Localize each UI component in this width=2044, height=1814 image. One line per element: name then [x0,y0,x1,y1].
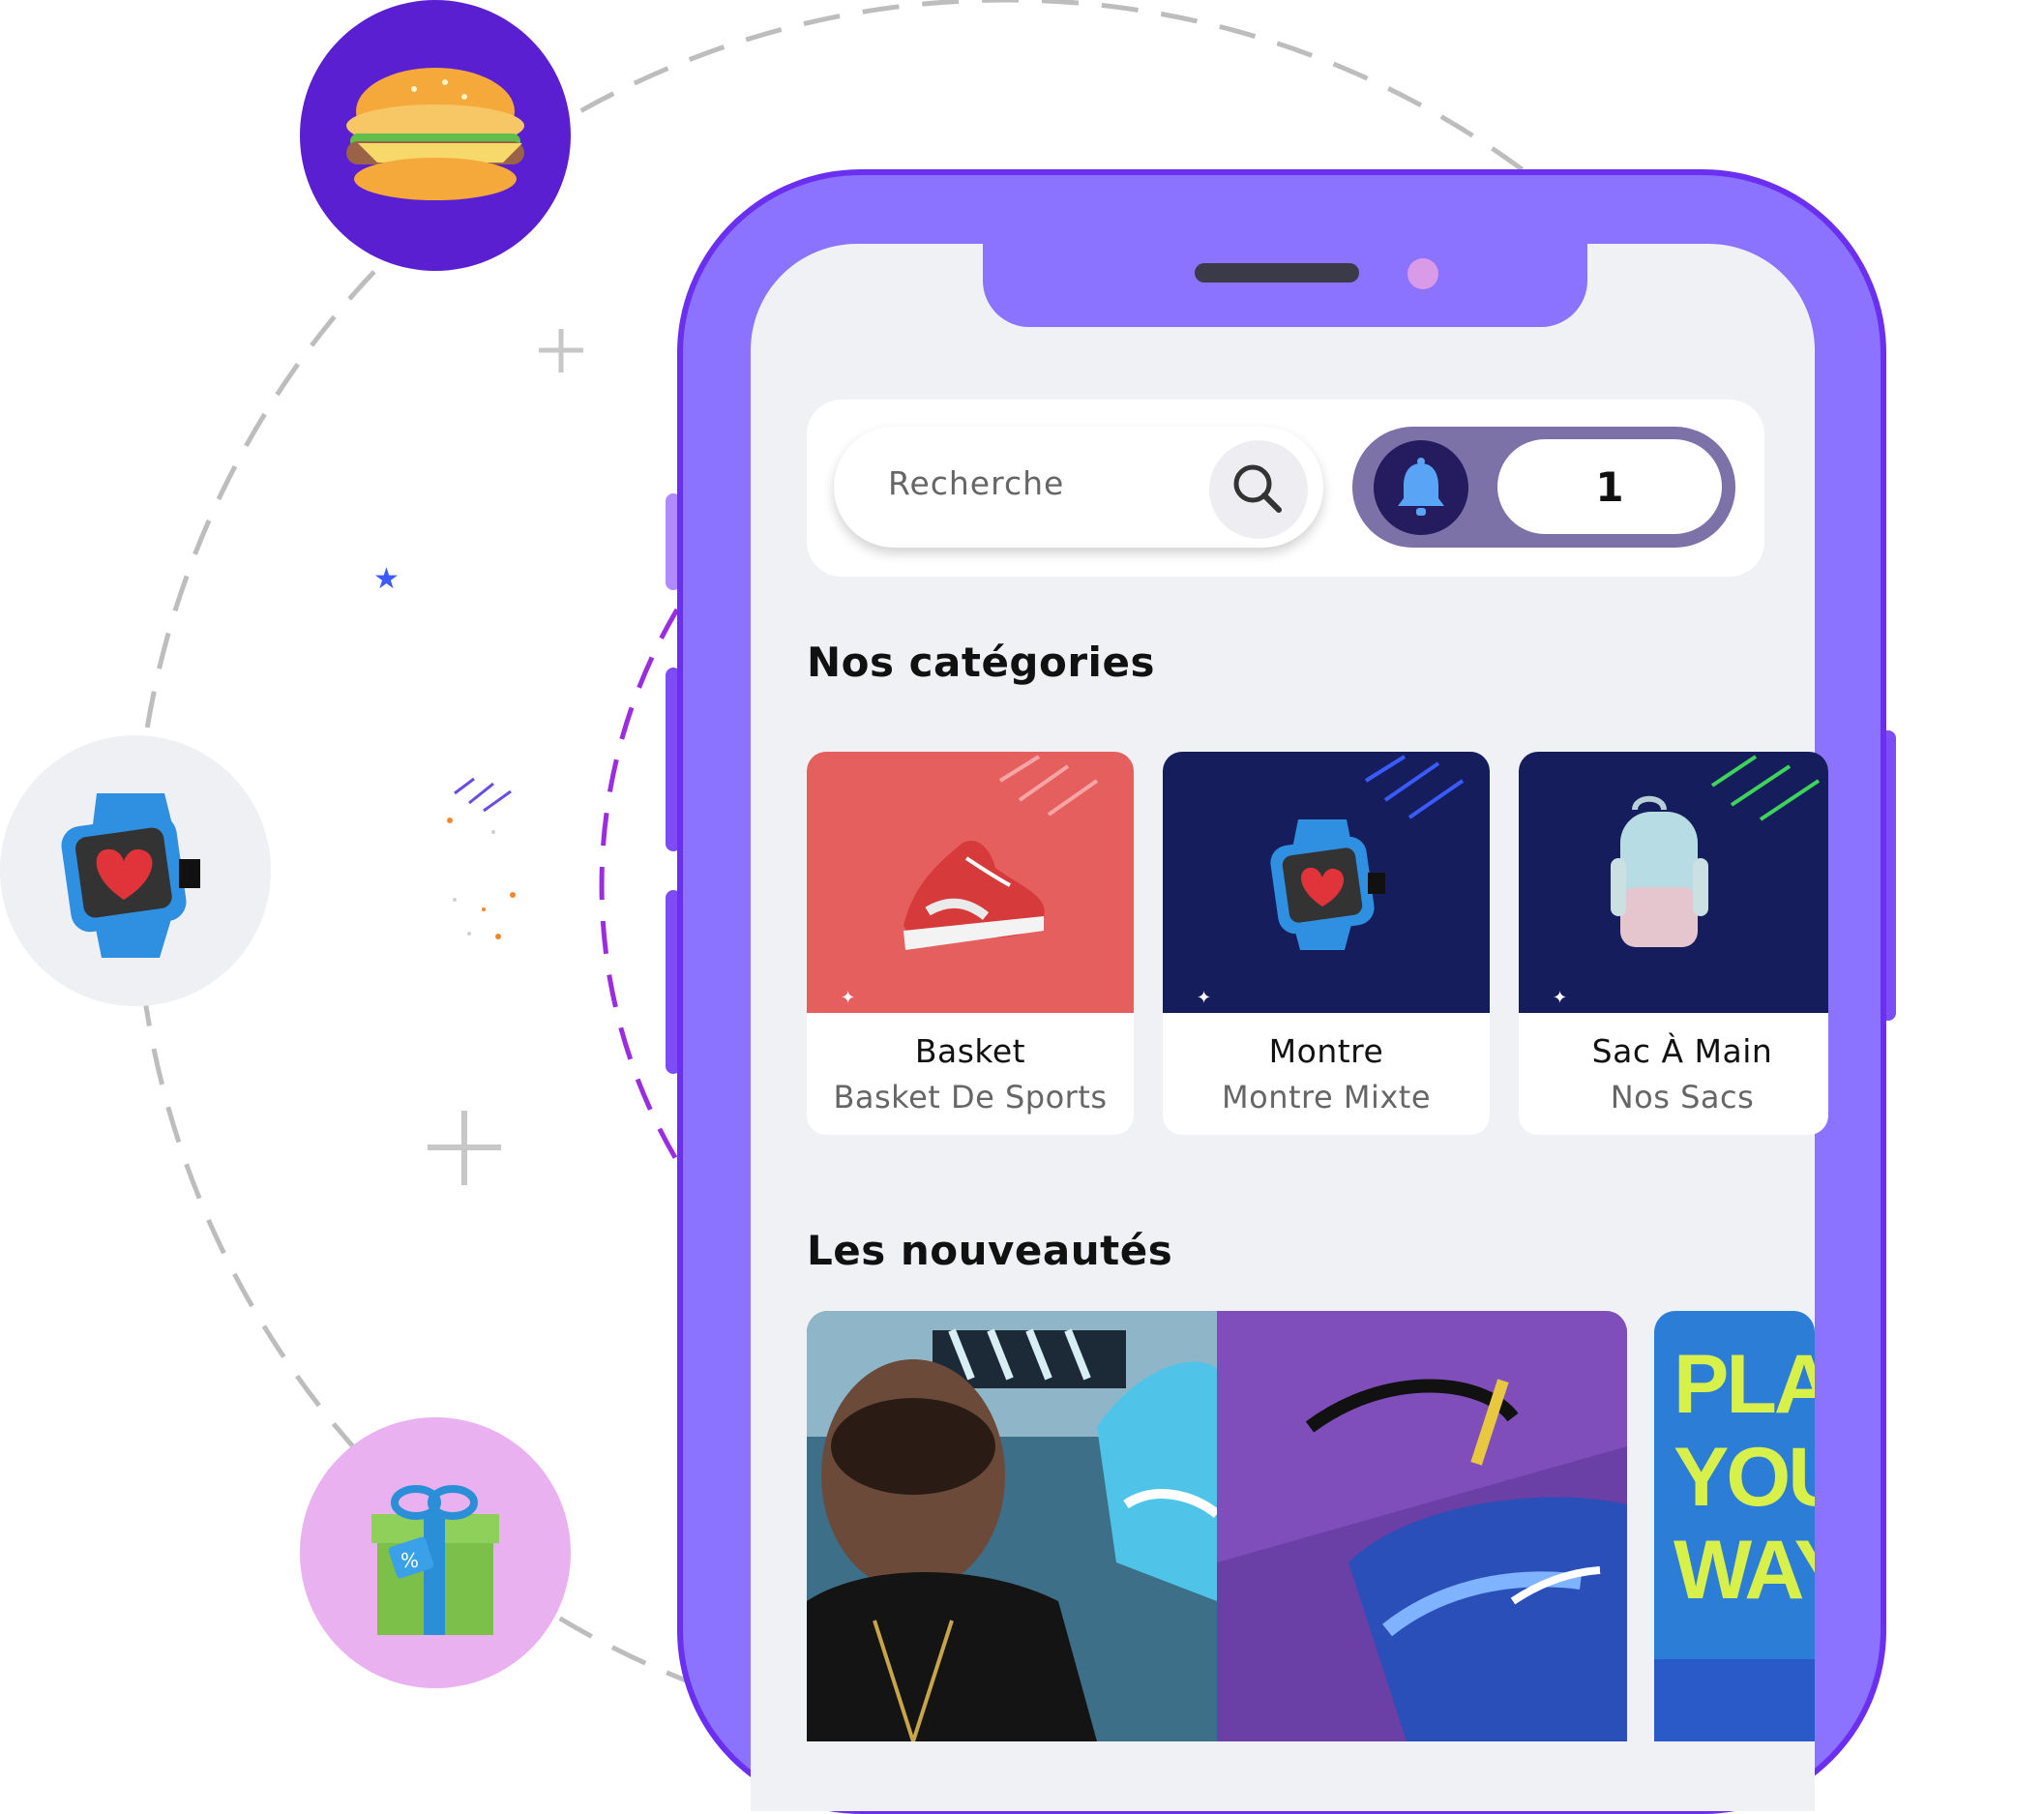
plus-icon [539,329,583,372]
category-name: Basket [914,1032,1026,1070]
category-name: Montre [1268,1032,1384,1070]
notification-bell-button[interactable] [1374,440,1468,535]
category-card-montre[interactable]: ✦ Montre Montre Mixte [1163,752,1490,1135]
svg-text:✦: ✦ [1553,988,1567,1008]
new-arrivals-title: Les nouveautés [807,1227,1173,1274]
plus-icon [428,1111,501,1185]
backpack-image: ✦ [1519,752,1828,1013]
category-subtitle: Basket De Sports [833,1079,1108,1115]
categories-title: Nos catégories [807,639,1155,686]
svg-text:✦: ✦ [841,988,855,1008]
category-card-sac[interactable]: ✦ Sac À Main Nos Sacs [1519,752,1828,1135]
sneaker-image: ✦ [807,752,1134,1013]
bell-icon [1398,458,1444,516]
phone-camera [1407,258,1438,289]
sneaker-promo-image [807,1311,1627,1741]
smartwatch-icon [61,793,200,958]
category-name: Sac À Main [1591,1032,1773,1070]
banner-text: PLA YOU WAY [1674,1338,1815,1617]
burger-badge [300,0,571,271]
notification-count: 1 [1497,439,1722,534]
burger-icon [346,68,524,200]
gift-icon: % [371,1485,499,1635]
star-icon: ★ [373,562,400,596]
confetti-decoration [447,777,516,939]
svg-text:✦: ✦ [1197,988,1211,1008]
category-card-basket[interactable]: ✦ Basket Basket De Sports [807,752,1134,1135]
new-arrival-banner-sneakers[interactable] [807,1311,1627,1741]
svg-text:%: % [400,1549,419,1572]
gift-badge: % [300,1417,571,1688]
phone-speaker [1195,263,1359,283]
category-subtitle: Montre Mixte [1222,1079,1431,1115]
search-icon [1233,464,1282,513]
category-subtitle: Nos Sacs [1610,1079,1755,1115]
new-arrival-banner-play[interactable]: PLA YOU WAY [1654,1311,1815,1741]
phone-notch [983,240,1587,327]
search-button[interactable] [1209,440,1308,539]
search-placeholder: Recherche [888,464,1065,502]
watch-badge [0,735,271,1006]
watch-image: ✦ [1163,752,1490,1013]
